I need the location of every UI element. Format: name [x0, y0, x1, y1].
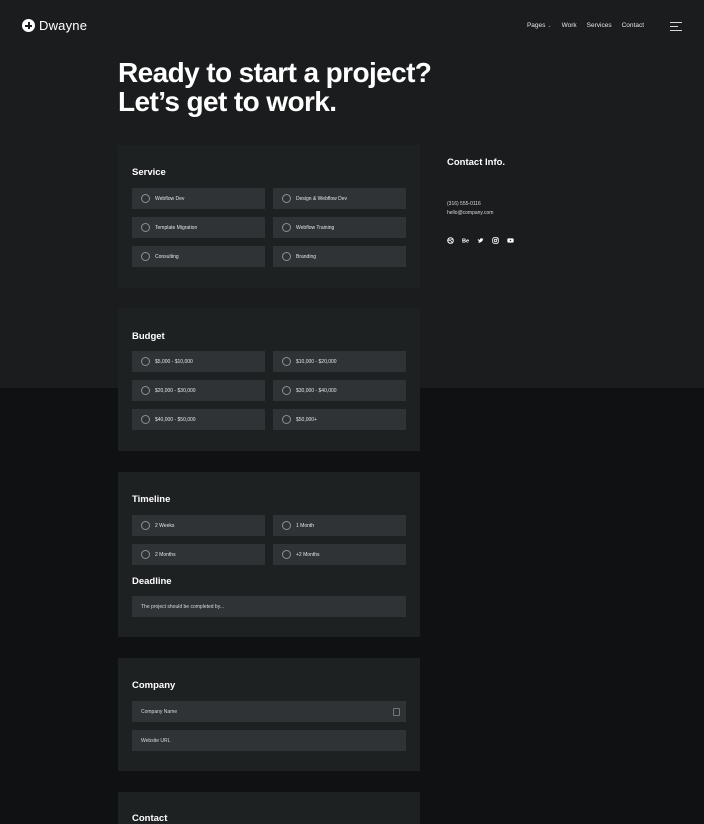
brand-logo[interactable]: Dwayne [22, 18, 87, 33]
service-option[interactable]: Template Migration [132, 217, 265, 238]
website-url-placeholder: Website URL [141, 737, 171, 744]
radio-icon [282, 357, 291, 366]
service-card: Service Webflow Dev Design & Webflow Dev… [118, 145, 420, 288]
hamburger-menu-icon[interactable] [670, 22, 682, 31]
page-title: Ready to start a project? Let’s get to w… [118, 57, 432, 117]
option-label: Template Migration [155, 224, 198, 231]
contact-phone[interactable]: (316) 555-0116 [447, 201, 481, 207]
brand-name: Dwayne [39, 18, 88, 33]
instagram-icon[interactable] [492, 237, 499, 244]
radio-icon [141, 415, 150, 424]
radio-icon [141, 550, 150, 559]
company-name-input[interactable]: Company Name [132, 701, 406, 722]
budget-card: Budget $5,000 - $10,000 $10,000 - $20,00… [118, 308, 420, 451]
website-url-input[interactable]: Website URL [132, 730, 406, 751]
company-title: Company [132, 680, 176, 691]
radio-icon [282, 223, 291, 232]
radio-icon [282, 521, 291, 530]
deadline-title: Deadline [132, 576, 172, 587]
company-name-placeholder: Company Name [141, 708, 178, 715]
option-label: Branding [296, 253, 317, 260]
option-label: $30,000 - $40,000 [296, 387, 337, 394]
option-label: Webflow Dev [155, 195, 185, 202]
nav-link-label: Pages [526, 22, 546, 29]
option-label: $50,000+ [296, 416, 317, 423]
timeline-option[interactable]: +2 Months [273, 544, 406, 565]
svg-text:Be: Be [462, 239, 469, 244]
option-label: +2 Months [296, 551, 320, 558]
deadline-placeholder: The project should be completed by... [141, 603, 225, 610]
budget-option[interactable]: $50,000+ [273, 409, 406, 430]
contact-title: Contact [132, 813, 168, 824]
page-title-line-2: Let’s get to work. [118, 86, 337, 117]
company-card: Company Company Name Website URL [118, 658, 420, 771]
timeline-title: Timeline [132, 494, 171, 505]
plus-circle-icon [22, 19, 35, 32]
radio-icon [282, 415, 291, 424]
page-title-line-1: Ready to start a project? [118, 57, 432, 88]
radio-icon [141, 252, 150, 261]
service-option[interactable]: Branding [273, 246, 406, 267]
radio-icon [282, 252, 291, 261]
budget-option[interactable]: $5,000 - $10,000 [132, 351, 265, 372]
contact-card: Contact [118, 792, 420, 824]
option-label: 1 Month [296, 522, 315, 529]
nav-link-work[interactable]: Work [562, 22, 577, 29]
contact-info-title: Contact Info. [447, 157, 506, 168]
option-label: $10,000 - $20,000 [296, 358, 337, 365]
radio-icon [141, 386, 150, 395]
radio-icon [141, 357, 150, 366]
radio-icon [282, 386, 291, 395]
contact-email[interactable]: hello@company.com [447, 210, 493, 216]
option-label: Design & Webflow Dev [296, 195, 348, 202]
timeline-card: Timeline 2 Weeks 1 Month 2 Months +2 Mon… [118, 472, 420, 637]
contact-info: Contact Info. (316) 555-0116 hello@compa… [447, 157, 514, 244]
top-navigation: Dwayne Pages ⌄ Work Services Contact [0, 0, 704, 54]
youtube-icon[interactable] [507, 237, 514, 244]
twitter-icon[interactable] [477, 237, 484, 244]
radio-icon [282, 550, 291, 559]
radio-icon [141, 223, 150, 232]
option-label: $20,000 - $30,000 [155, 387, 196, 394]
radio-icon [282, 194, 291, 203]
option-label: 2 Weeks [155, 522, 175, 529]
chevron-down-icon: ⌄ [547, 22, 552, 29]
nav-link-services[interactable]: Services [587, 22, 612, 29]
nav-link-pages[interactable]: Pages ⌄ [527, 22, 552, 29]
budget-option[interactable]: $40,000 - $50,000 [132, 409, 265, 430]
radio-icon [141, 194, 150, 203]
timeline-option[interactable]: 2 Months [132, 544, 265, 565]
dribbble-icon[interactable] [447, 237, 454, 244]
timeline-option[interactable]: 1 Month [273, 515, 406, 536]
social-links: Be [447, 237, 514, 244]
autofill-icon [393, 708, 400, 716]
nav-link-contact[interactable]: Contact [622, 22, 644, 29]
service-option[interactable]: Consulting [132, 246, 265, 267]
nav-links: Pages ⌄ Work Services Contact [527, 22, 644, 29]
option-label: Consulting [155, 253, 179, 260]
budget-title: Budget [132, 331, 165, 342]
service-option[interactable]: Design & Webflow Dev [273, 188, 406, 209]
budget-option[interactable]: $10,000 - $20,000 [273, 351, 406, 372]
deadline-input[interactable]: The project should be completed by... [132, 596, 406, 617]
budget-option[interactable]: $20,000 - $30,000 [132, 380, 265, 401]
service-title: Service [132, 167, 166, 178]
timeline-option[interactable]: 2 Weeks [132, 515, 265, 536]
service-option[interactable]: Webflow Dev [132, 188, 265, 209]
radio-icon [141, 521, 150, 530]
option-label: 2 Months [155, 551, 176, 558]
option-label: $5,000 - $10,000 [155, 358, 193, 365]
behance-icon[interactable]: Be [462, 237, 469, 244]
service-option[interactable]: Webflow Training [273, 217, 406, 238]
budget-option[interactable]: $30,000 - $40,000 [273, 380, 406, 401]
option-label: Webflow Training [296, 224, 335, 231]
option-label: $40,000 - $50,000 [155, 416, 196, 423]
